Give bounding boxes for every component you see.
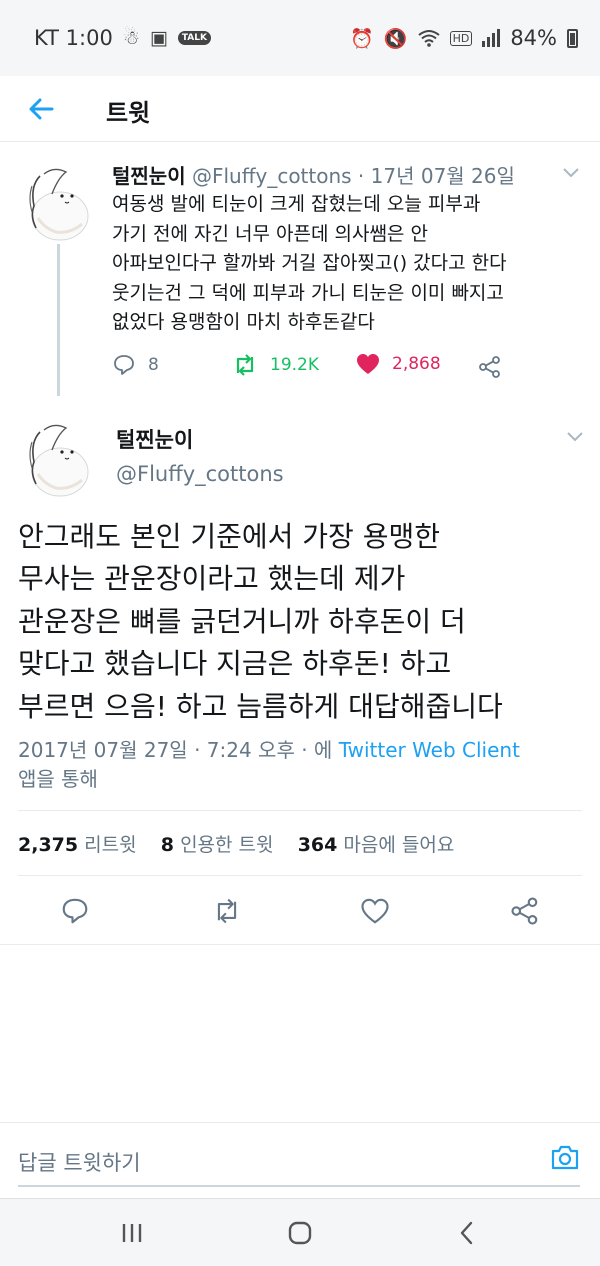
tweet-text-line: 부르면 으음! 하고 늠름하게 대답해줍니다	[18, 689, 503, 723]
retweets-label: 리트윗	[84, 834, 137, 856]
quotes-count: 8	[160, 834, 175, 856]
reply-count: 8	[148, 355, 159, 375]
camera-icon[interactable]	[550, 1143, 580, 1171]
chevron-down-icon[interactable]	[561, 166, 581, 180]
retweets-count: 2,375	[18, 834, 79, 856]
author-handle-date: @Fluffy_cottons · 17년 07월 26일	[191, 164, 515, 188]
avatar-illustration	[29, 424, 89, 497]
tweet-text-line: 맞다고 했습니다 지금은 하후돈! 하고	[18, 647, 452, 681]
tweet-text-line: 아파보인다구 할까봐 거길 잡아찢고() 갔다고 한다	[112, 252, 507, 275]
retweet-icon	[236, 354, 254, 376]
via-label: 앱을 통해	[18, 767, 98, 791]
wifi-icon	[417, 30, 440, 47]
like-count: 2,868	[392, 354, 441, 374]
status-bar: KT 1:00 ☃ ▣ TALK ⏰ 🔇 HD 84%	[0, 0, 600, 76]
share-icon[interactable]	[510, 896, 540, 926]
back-icon[interactable]	[454, 1219, 482, 1247]
heart-filled-icon	[357, 354, 379, 374]
client-link[interactable]: Twitter Web Client	[339, 738, 520, 762]
talk-icon: TALK	[177, 31, 211, 45]
main-tweet-actions	[0, 886, 600, 936]
author-name[interactable]: 털찐눈이	[116, 424, 193, 454]
reply-button[interactable]: 8	[112, 353, 159, 377]
gallery-icon: ▣	[149, 27, 168, 49]
retweet-button[interactable]: 19.2K	[232, 353, 319, 377]
avatar[interactable]	[18, 162, 98, 242]
tweet-text-line: 없었다 용맹함이 마치 하후돈같다	[112, 311, 375, 334]
reply-icon	[114, 355, 134, 375]
author-handle[interactable]: @Fluffy_cottons	[116, 462, 284, 486]
tweet-text-line: 여동생 발에 티눈이 크게 잡혔는데 오늘 피부과	[112, 193, 481, 215]
likes-label: 마음에 들어요	[343, 834, 455, 856]
reply-input-underline	[18, 1185, 580, 1187]
system-nav-bar	[0, 1198, 600, 1266]
reply-composer[interactable]: 답글 트윗하기	[0, 1122, 600, 1198]
home-icon[interactable]	[286, 1219, 314, 1247]
recent-apps-icon[interactable]	[118, 1219, 146, 1247]
context-tweet-text: 여동생 발에 티눈이 크게 잡혔는데 오늘 피부과 가기 전에 자긴 너무 아픈…	[112, 190, 582, 338]
tweet-text-line: 안그래도 본인 기준에서 가장 용맹한	[18, 520, 441, 553]
divider	[18, 875, 582, 876]
battery-percent: 84%	[510, 26, 557, 50]
reply-input[interactable]: 답글 트윗하기	[18, 1147, 141, 1177]
reply-context-tweet[interactable]: 털찐눈이 @Fluffy_cottons · 17년 07월 26일 여동생 발…	[0, 142, 600, 400]
avatar-illustration	[29, 168, 89, 241]
divider	[0, 944, 600, 945]
tweet-stats: 2,375 리트윗 8 인용한 트윗 364 마음에 들어요	[18, 830, 454, 857]
chevron-down-icon[interactable]	[565, 430, 585, 444]
main-tweet-text: 안그래도 본인 기준에서 가장 용맹한 무사는 관운장이라고 했는데 제가 관운…	[18, 516, 588, 728]
reply-icon[interactable]	[60, 896, 90, 926]
divider	[18, 810, 582, 811]
hd-icon: HD	[449, 30, 473, 46]
likes-count: 364	[297, 834, 338, 856]
heart-icon[interactable]	[360, 896, 390, 926]
context-tweet-header: 털찐눈이 @Fluffy_cottons · 17년 07월 26일	[112, 160, 515, 189]
tweet-text-line: 웃기는건 그 덕에 피부과 가니 티눈은 이미 빠지고	[112, 281, 504, 304]
tweet-timestamp: 2017년 07월 27일 · 7:24 오후 · 에	[18, 738, 333, 762]
back-arrow-icon[interactable]	[22, 89, 62, 129]
retweet-count: 19.2K	[270, 355, 319, 375]
likes-stat[interactable]: 364 마음에 들어요	[298, 834, 455, 856]
retweet-icon[interactable]	[212, 896, 242, 926]
app-header: 트윗	[0, 76, 600, 142]
quotes-stat[interactable]: 8 인용한 트윗	[161, 834, 274, 856]
alarm-icon: ⏰	[350, 27, 374, 50]
context-tweet-actions: 8 19.2K 2,868	[112, 353, 512, 383]
mute-icon: 🔇	[383, 27, 408, 50]
status-right: ⏰ 🔇 HD 84%	[350, 26, 578, 50]
notification-icon: ☃	[122, 27, 140, 49]
like-button[interactable]: 2,868	[356, 353, 441, 375]
share-icon[interactable]	[478, 355, 502, 379]
avatar[interactable]	[18, 418, 98, 498]
carrier-time: KT 1:00	[34, 26, 113, 50]
tweet-text-line: 무사는 관운장이라고 했는데 제가	[18, 562, 406, 596]
page-title: 트윗	[106, 99, 151, 127]
tweet-text-line: 관운장은 뼈를 긁던거니까 하후돈이 더	[18, 604, 466, 638]
thread-connector-line	[57, 244, 60, 396]
quotes-label: 인용한 트윗	[180, 834, 274, 856]
retweets-stat[interactable]: 2,375 리트윗	[18, 834, 137, 856]
status-left: KT 1:00 ☃ ▣ TALK	[34, 26, 211, 50]
author-name[interactable]: 털찐눈이	[112, 164, 186, 188]
tweet-meta: 2017년 07월 27일 · 7:24 오후 · 에 Twitter Web …	[18, 736, 588, 794]
tweet-text-line: 가기 전에 자긴 너무 아픈데 의사쌤은 안	[112, 222, 428, 245]
signal-icon	[482, 29, 501, 47]
battery-icon	[567, 28, 578, 48]
